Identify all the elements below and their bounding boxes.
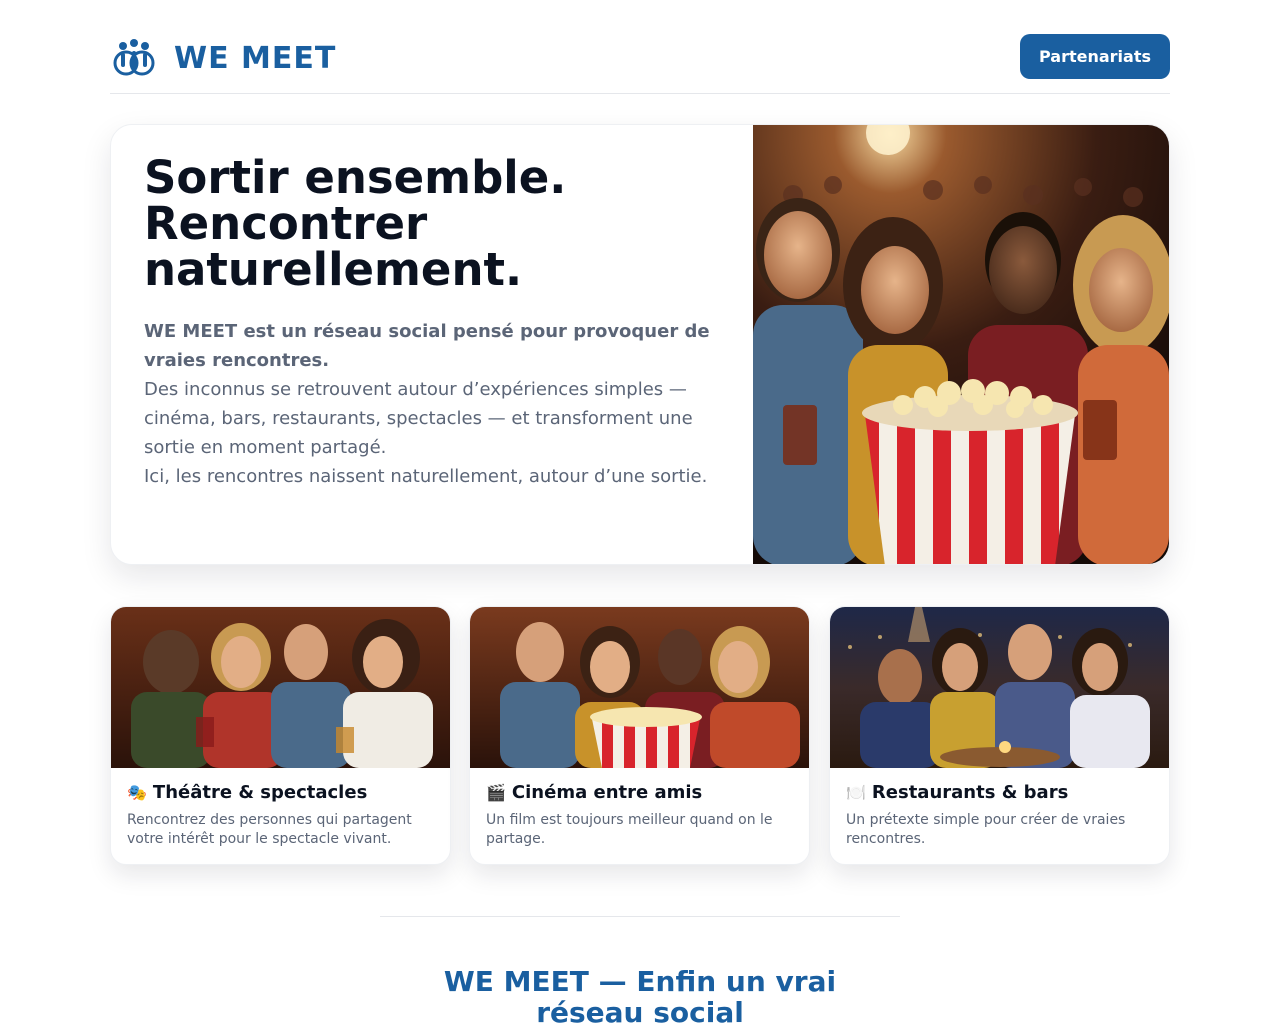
brand-name: WE MEET [174,40,337,76]
hero-paragraph: Des inconnus se retrouvent autour d’expé… [144,379,693,458]
hero-card: Sortir ensemble. Rencontrer naturellemen… [110,124,1170,565]
brand-logo[interactable]: WE MEET [110,36,336,80]
card-title: 🎬 Cinéma entre amis [486,782,702,803]
card-theatre[interactable]: 🎭 Théâtre & spectacles Rencontrez des pe… [110,606,451,865]
card-title-text: Théâtre & spectacles [152,782,368,803]
hero-cinema-friends-image [753,125,1169,564]
people-rings-logo-icon [113,39,155,76]
card-title-text: Restaurants & bars [871,782,1069,803]
site-header: WE MEET Partenariats [110,0,1170,94]
partners-button[interactable]: Partenariats [1020,34,1170,79]
card-title: 🍽️ Restaurants & bars [846,782,1068,803]
card-description: Un film est toujours meilleur quand on l… [486,812,773,847]
card-title-text: Cinéma entre amis [511,782,703,803]
hero-title: Sortir ensemble. Rencontrer naturellemen… [144,155,714,293]
theatre-masks-icon: 🎭 [127,783,147,802]
section-title: WE MEET — Enfin un vrai réseau social [443,965,837,1024]
hero-lead: WE MEET est un réseau social pensé pour … [144,321,710,371]
hero-title-line: naturellement. [144,243,523,296]
fork-knife-icon: 🍽️ [846,783,866,802]
restaurant-friends-image [830,607,1169,768]
card-description: Rencontrez des personnes qui partagent v… [127,812,412,847]
hero-paragraph: Ici, les rencontres naissent naturelleme… [144,466,708,487]
card-restaurants[interactable]: 🍽️ Restaurants & bars Un prétexte simple… [829,606,1170,865]
cinema-friends-image [470,607,809,768]
card-cinema[interactable]: 🎬 Cinéma entre amis Un film est toujours… [469,606,810,865]
theatre-friends-image [111,607,450,768]
section-divider [380,916,900,917]
card-title: 🎭 Théâtre & spectacles [127,782,367,803]
clapperboard-icon: 🎬 [486,783,506,802]
hero-text-block: Sortir ensemble. Rencontrer naturellemen… [144,155,714,491]
card-description: Un prétexte simple pour créer de vraies … [846,812,1126,847]
